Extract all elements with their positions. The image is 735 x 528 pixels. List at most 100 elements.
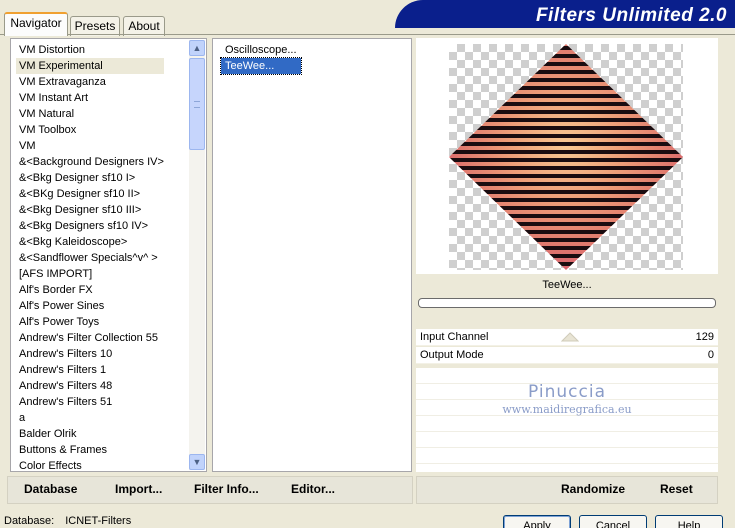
category-item[interactable]: Alf's Border FX <box>16 282 164 298</box>
status-label: Database: <box>4 515 55 527</box>
category-item[interactable]: &<Bkg Kaleidoscope> <box>16 234 164 250</box>
category-item[interactable]: VM Natural <box>16 106 164 122</box>
stripe <box>449 54 683 58</box>
category-item[interactable]: &<Bkg Designer sf10 III> <box>16 202 164 218</box>
stripe <box>449 126 683 130</box>
category-item[interactable]: VM Distortion <box>16 42 164 58</box>
scroll-up-button[interactable]: ▲ <box>189 40 205 56</box>
import-button[interactable]: Import... <box>115 482 162 496</box>
category-list-panel[interactable]: VM Distortion VM Experimental VM Extravaga… <box>10 38 207 472</box>
category-item[interactable]: Andrew's Filters 48 <box>16 378 164 394</box>
category-item[interactable]: Andrew's Filters 10 <box>16 346 164 362</box>
editor-button[interactable]: Editor... <box>291 482 335 496</box>
param-label: Output Mode <box>420 349 484 361</box>
category-item[interactable]: Alf's Power Sines <box>16 298 164 314</box>
stripe <box>449 198 683 202</box>
category-item[interactable]: VM Instant Art <box>16 90 164 106</box>
stripe <box>449 150 683 154</box>
tab-divider <box>0 34 735 35</box>
category-item[interactable]: VM Experimental <box>16 58 164 74</box>
cancel-button[interactable]: Cancel <box>579 515 647 528</box>
category-scrollbar[interactable]: ▲ ▼ <box>189 40 205 470</box>
tab-presets[interactable]: Presets <box>70 16 120 36</box>
preview-column: TeeWee... Input Channel 129 Output Mode … <box>416 38 718 504</box>
transparency-checkerboard <box>449 44 683 270</box>
stripe <box>449 86 683 90</box>
scroll-down-button[interactable]: ▼ <box>189 454 205 470</box>
stripe <box>449 166 683 170</box>
category-item[interactable]: &<Bkg Designers sf10 IV> <box>16 218 164 234</box>
stripe <box>449 46 683 50</box>
filter-info-button[interactable]: Filter Info... <box>194 482 259 496</box>
stripe <box>449 110 683 114</box>
apply-button[interactable]: Apply <box>503 515 571 528</box>
filter-name-caption: TeeWee... <box>542 279 592 291</box>
stripe <box>449 246 683 250</box>
filter-item[interactable]: Oscilloscope... <box>221 42 301 58</box>
category-item[interactable]: VM Extravaganza <box>16 74 164 90</box>
stripe <box>449 94 683 98</box>
help-button[interactable]: Help <box>655 515 723 528</box>
status-bar: Database: ICNET-Filters <box>4 515 131 527</box>
randomize-button[interactable]: Randomize <box>561 482 625 496</box>
scroll-thumb[interactable] <box>189 58 205 150</box>
stripe <box>449 206 683 210</box>
param-row-input-channel[interactable]: Input Channel 129 <box>416 329 718 346</box>
preview-image <box>449 44 683 270</box>
stripe <box>449 262 683 266</box>
empty-param-rows <box>416 368 718 472</box>
category-item[interactable]: Alf's Power Toys <box>16 314 164 330</box>
category-list[interactable]: VM Distortion VM Experimental VM Extravaga… <box>16 42 164 474</box>
reset-button[interactable]: Reset <box>660 482 693 496</box>
stripe <box>449 142 683 146</box>
category-item[interactable]: Buttons & Frames <box>16 442 164 458</box>
category-item[interactable]: VM <box>16 138 164 154</box>
param-value: 129 <box>695 331 714 343</box>
stripe <box>449 134 683 138</box>
preview-actions-bar: Randomize Reset <box>416 476 718 504</box>
title-banner: Filters Unlimited 2.0 <box>395 0 735 28</box>
app-title: Filters Unlimited 2.0 <box>535 5 727 26</box>
category-item[interactable]: Andrew's Filters 1 <box>16 362 164 378</box>
filter-list[interactable]: Oscilloscope... TeeWee... <box>220 42 302 75</box>
stripe <box>449 222 683 226</box>
status-value: ICNET-Filters <box>65 515 132 527</box>
preview-area <box>416 38 718 274</box>
param-value: 0 <box>707 349 714 361</box>
stripe <box>449 78 683 82</box>
category-item[interactable]: &<Sandflower Specials^v^ > <box>16 250 164 266</box>
param-row-output-mode[interactable]: Output Mode 0 <box>416 347 718 364</box>
category-item[interactable]: &<BKg Designer sf10 II> <box>16 186 164 202</box>
stripe <box>449 70 683 74</box>
param-label: Input Channel <box>420 331 489 343</box>
category-item[interactable]: &<Background Designers IV> <box>16 154 164 170</box>
list-actions-bar: Database Import... Filter Info... Editor… <box>7 476 413 504</box>
slider-thumb-icon[interactable] <box>561 329 579 345</box>
filter-list-panel[interactable]: Oscilloscope... TeeWee... <box>212 38 412 472</box>
category-item[interactable]: a <box>16 410 164 426</box>
tab-navigator[interactable]: Navigator <box>4 12 68 36</box>
category-item[interactable]: Color Effects <box>16 458 164 474</box>
stripe <box>449 190 683 194</box>
category-item[interactable]: &<Bkg Designer sf10 I> <box>16 170 164 186</box>
stripe <box>449 102 683 106</box>
tab-about[interactable]: About <box>123 16 165 36</box>
category-item[interactable]: Andrew's Filter Collection 55 <box>16 330 164 346</box>
progress-bar <box>418 298 716 308</box>
stripe <box>449 118 683 122</box>
stripe <box>449 182 683 186</box>
filter-item[interactable]: TeeWee... <box>220 57 302 75</box>
database-button[interactable]: Database <box>24 482 77 496</box>
stripe <box>449 158 683 162</box>
stripe <box>449 230 683 234</box>
stripe <box>449 62 683 66</box>
category-item[interactable]: [AFS IMPORT] <box>16 266 164 282</box>
category-item[interactable]: Andrew's Filters 51 <box>16 394 164 410</box>
preview-diamond <box>449 44 683 270</box>
stripe <box>449 238 683 242</box>
stripe <box>449 174 683 178</box>
category-item[interactable]: VM Toolbox <box>16 122 164 138</box>
stripe <box>449 254 683 258</box>
category-item[interactable]: Balder Olrik <box>16 426 164 442</box>
stripe <box>449 214 683 218</box>
